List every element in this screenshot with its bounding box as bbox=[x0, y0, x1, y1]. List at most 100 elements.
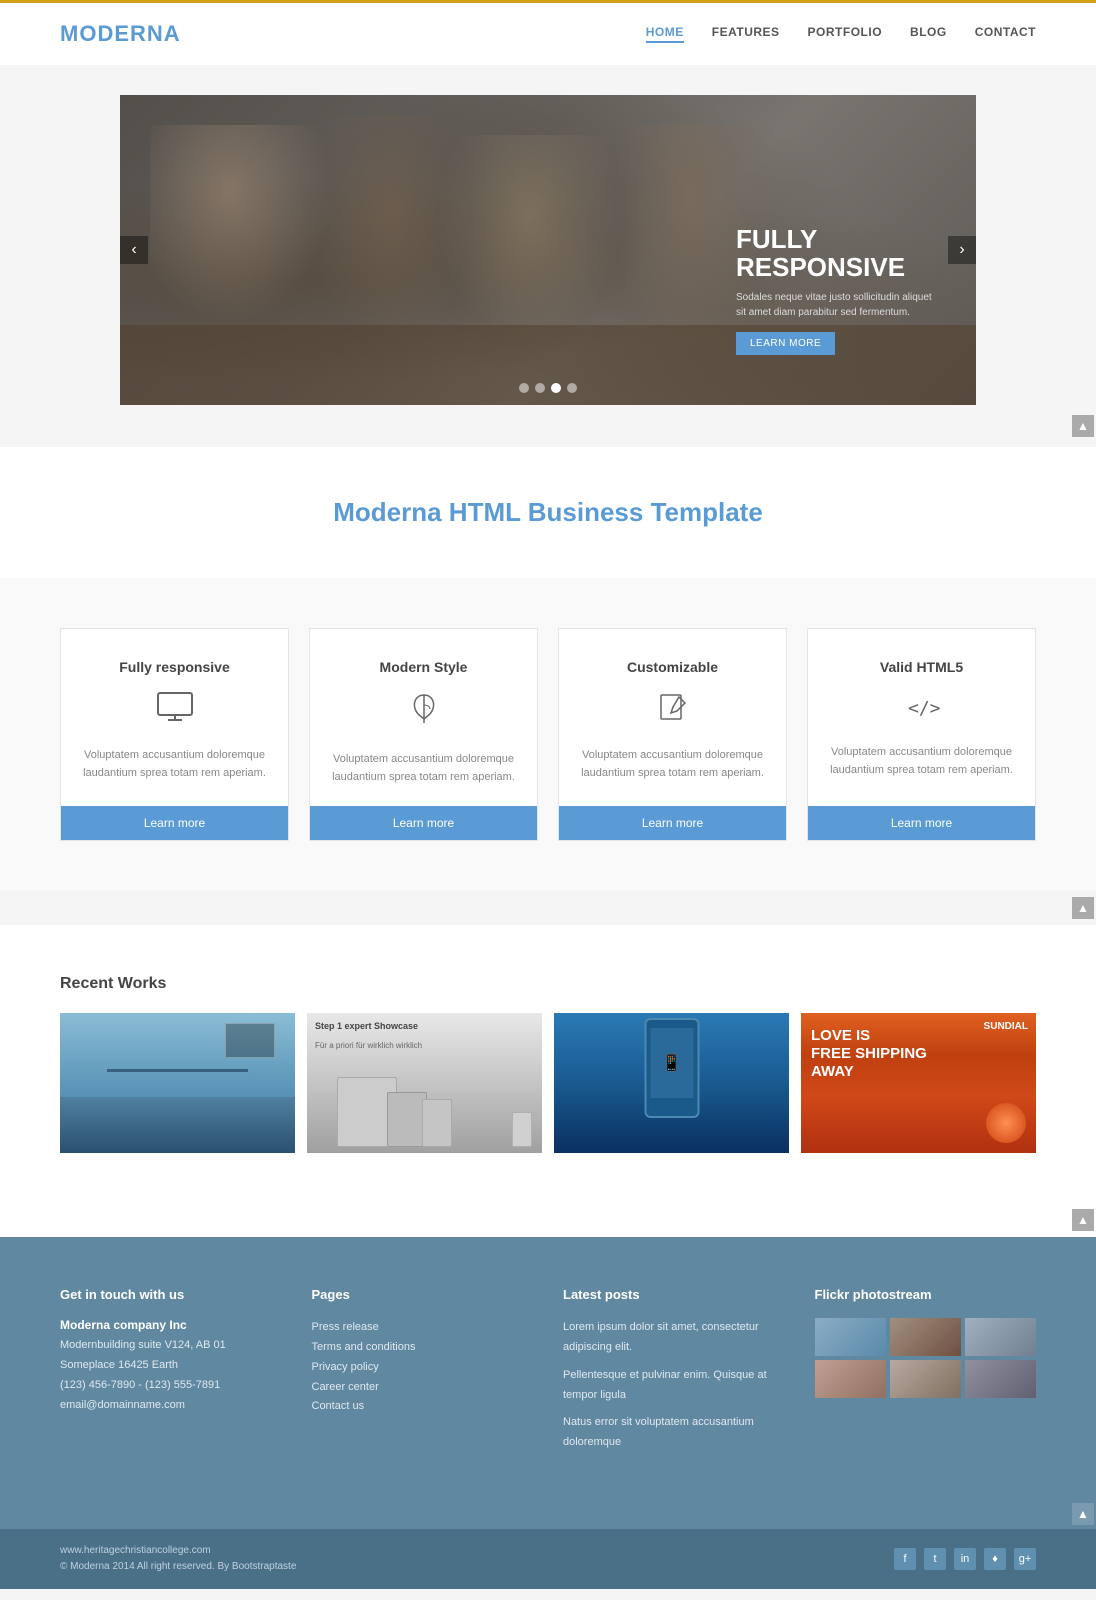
feature-desc-4: Voluptatem accusantium doloremque laudan… bbox=[828, 744, 1015, 786]
main-title: Moderna HTML Business Template bbox=[60, 497, 1036, 528]
nav-features[interactable]: FEATURES bbox=[712, 25, 780, 43]
feature-btn-3[interactable]: Learn more bbox=[559, 806, 786, 840]
footer-link-privacy[interactable]: Privacy policy bbox=[312, 1358, 534, 1378]
feature-desc-2: Voluptatem accusantium doloremque laudan… bbox=[330, 751, 517, 786]
header: MODERNA HOME FEATURES PORTFOLIO BLOG CON… bbox=[0, 0, 1096, 65]
hero-dot-2[interactable] bbox=[535, 383, 545, 393]
hero-title: FULLY RESPONSIVE bbox=[736, 225, 936, 282]
title-brand: Moderna bbox=[333, 497, 441, 527]
nav-blog[interactable]: BLOG bbox=[910, 25, 947, 43]
feature-card-2: Modern Style Voluptatem accusantium dolo… bbox=[309, 628, 538, 841]
footer-copyright: © Moderna 2014 All right reserved. By Bo… bbox=[60, 1561, 296, 1572]
scroll-up-button-3[interactable]: ▲ bbox=[1072, 1209, 1094, 1231]
footer-link-press[interactable]: Press release bbox=[312, 1318, 534, 1338]
footer-photo-2[interactable] bbox=[890, 1318, 961, 1356]
social-linkedin[interactable]: in bbox=[954, 1548, 976, 1570]
footer-post-1: Lorem ipsum dolor sit amet, consectetur … bbox=[563, 1318, 785, 1358]
works-grid: Step 1 expert Showcase Für a priori für … bbox=[60, 1013, 1036, 1153]
features-grid: Fully responsive Voluptatem accusantium … bbox=[60, 628, 1036, 841]
footer-flickr-heading: Flickr photostream bbox=[815, 1287, 1037, 1302]
feature-title-2: Modern Style bbox=[380, 659, 468, 675]
footer-phone: (123) 456-7890 - (123) 555-7891 bbox=[60, 1376, 282, 1396]
scroll-up-button-2[interactable]: ▲ bbox=[1072, 897, 1094, 919]
hero-learn-more-button[interactable]: LEARN MORE bbox=[736, 332, 835, 355]
scroll-btn-wrapper-1: ▲ bbox=[0, 415, 1096, 437]
footer-grid: Get in touch with us Moderna company Inc… bbox=[60, 1287, 1036, 1453]
footer-post-2: Pellentesque et pulvinar enim. Quisque a… bbox=[563, 1366, 785, 1406]
footer-posts-heading: Latest posts bbox=[563, 1287, 785, 1302]
feature-desc-1: Voluptatem accusantium doloremque laudan… bbox=[81, 747, 268, 786]
feature-title-4: Valid HTML5 bbox=[880, 659, 963, 675]
scroll-btn-wrapper-4: ▲ bbox=[0, 1503, 1096, 1529]
footer-contact-col: Get in touch with us Moderna company Inc… bbox=[60, 1287, 282, 1453]
svg-text:</>: </> bbox=[908, 698, 940, 719]
title-section: Moderna HTML Business Template bbox=[0, 447, 1096, 578]
footer-url: www.heritagechristiancollege.com bbox=[60, 1545, 211, 1556]
hero-prev-button[interactable]: ‹ bbox=[120, 236, 148, 264]
title-rest: HTML Business Template bbox=[442, 497, 763, 527]
hero-wrapper: FULLY RESPONSIVE Sodales neque vitae jus… bbox=[60, 95, 1036, 405]
footer-photo-4[interactable] bbox=[815, 1360, 886, 1398]
works-section: Recent Works Step 1 expert Showcase Für … bbox=[0, 925, 1096, 1203]
logo-rest: ODERNA bbox=[79, 21, 180, 46]
work-item-1[interactable] bbox=[60, 1013, 295, 1153]
leaf-icon bbox=[408, 691, 440, 735]
nav-contact[interactable]: CONTACT bbox=[975, 25, 1036, 43]
footer-bottom-text: www.heritagechristiancollege.com © Moder… bbox=[60, 1543, 296, 1575]
footer-pages-col: Pages Press release Terms and conditions… bbox=[312, 1287, 534, 1453]
works-title: Recent Works bbox=[60, 975, 1036, 993]
feature-btn-4[interactable]: Learn more bbox=[808, 806, 1035, 840]
footer-email[interactable]: email@domainname.com bbox=[60, 1396, 282, 1416]
social-pinterest[interactable]: ♦ bbox=[984, 1548, 1006, 1570]
logo-accent: M bbox=[60, 21, 79, 46]
footer-flickr-col: Flickr photostream bbox=[815, 1287, 1037, 1453]
nav-portfolio[interactable]: PORTFOLIO bbox=[808, 25, 883, 43]
social-facebook[interactable]: f bbox=[894, 1548, 916, 1570]
footer-photo-3[interactable] bbox=[965, 1318, 1036, 1356]
hero-next-button[interactable]: › bbox=[948, 236, 976, 264]
scroll-btn-wrapper-3: ▲ bbox=[0, 1203, 1096, 1237]
feature-desc-3: Voluptatem accusantium doloremque laudan… bbox=[579, 747, 766, 786]
work-item-4[interactable]: LOVE ISFREE SHIPPINGAWAY SUNDIAL bbox=[801, 1013, 1036, 1153]
footer-link-terms[interactable]: Terms and conditions bbox=[312, 1338, 534, 1358]
footer-photo-1[interactable] bbox=[815, 1318, 886, 1356]
html5-icon: </> bbox=[904, 691, 940, 728]
feature-title-3: Customizable bbox=[627, 659, 718, 675]
scroll-btn-wrapper-2: ▲ bbox=[0, 891, 1096, 925]
feature-card-4: Valid HTML5 </> Voluptatem accusantium d… bbox=[807, 628, 1036, 841]
main-nav: HOME FEATURES PORTFOLIO BLOG CONTACT bbox=[646, 25, 1036, 43]
footer-pages-heading: Pages bbox=[312, 1287, 534, 1302]
feature-btn-2[interactable]: Learn more bbox=[310, 806, 537, 840]
scroll-up-button-4[interactable]: ▲ bbox=[1072, 1503, 1094, 1525]
hero-slider: FULLY RESPONSIVE Sodales neque vitae jus… bbox=[120, 95, 976, 405]
feature-card-1: Fully responsive Voluptatem accusantium … bbox=[60, 628, 289, 841]
work-item-3[interactable]: 📱 bbox=[554, 1013, 789, 1153]
hero-dot-1[interactable] bbox=[519, 383, 529, 393]
hero-description: Sodales neque vitae justo sollicitudin a… bbox=[736, 290, 936, 320]
footer-photo-grid bbox=[815, 1318, 1037, 1398]
scroll-up-button-1[interactable]: ▲ bbox=[1072, 415, 1094, 437]
footer-link-contact[interactable]: Contact us bbox=[312, 1397, 534, 1417]
footer-link-career[interactable]: Career center bbox=[312, 1378, 534, 1398]
footer: Get in touch with us Moderna company Inc… bbox=[0, 1237, 1096, 1503]
nav-home[interactable]: HOME bbox=[646, 25, 684, 43]
work-item-2[interactable]: Step 1 expert Showcase Für a priori für … bbox=[307, 1013, 542, 1153]
hero-dot-4[interactable] bbox=[567, 383, 577, 393]
footer-photo-5[interactable] bbox=[890, 1360, 961, 1398]
footer-contact-heading: Get in touch with us bbox=[60, 1287, 282, 1302]
feature-btn-1[interactable]: Learn more bbox=[61, 806, 288, 840]
hero-dots bbox=[519, 383, 577, 393]
footer-posts-col: Latest posts Lorem ipsum dolor sit amet,… bbox=[563, 1287, 785, 1453]
social-twitter[interactable]: t bbox=[924, 1548, 946, 1570]
footer-address: Modernbuilding suite V124, AB 01Someplac… bbox=[60, 1336, 282, 1376]
feature-title-1: Fully responsive bbox=[119, 659, 229, 675]
hero-dot-3[interactable] bbox=[551, 383, 561, 393]
feature-card-3: Customizable Voluptatem accusantium dolo… bbox=[558, 628, 787, 841]
footer-bottom: www.heritagechristiancollege.com © Moder… bbox=[0, 1529, 1096, 1589]
features-section: Fully responsive Voluptatem accusantium … bbox=[0, 578, 1096, 891]
footer-photo-6[interactable] bbox=[965, 1360, 1036, 1398]
social-google-plus[interactable]: g+ bbox=[1014, 1548, 1036, 1570]
edit-icon bbox=[657, 691, 689, 731]
logo[interactable]: MODERNA bbox=[60, 21, 181, 47]
monitor-icon bbox=[156, 691, 194, 731]
